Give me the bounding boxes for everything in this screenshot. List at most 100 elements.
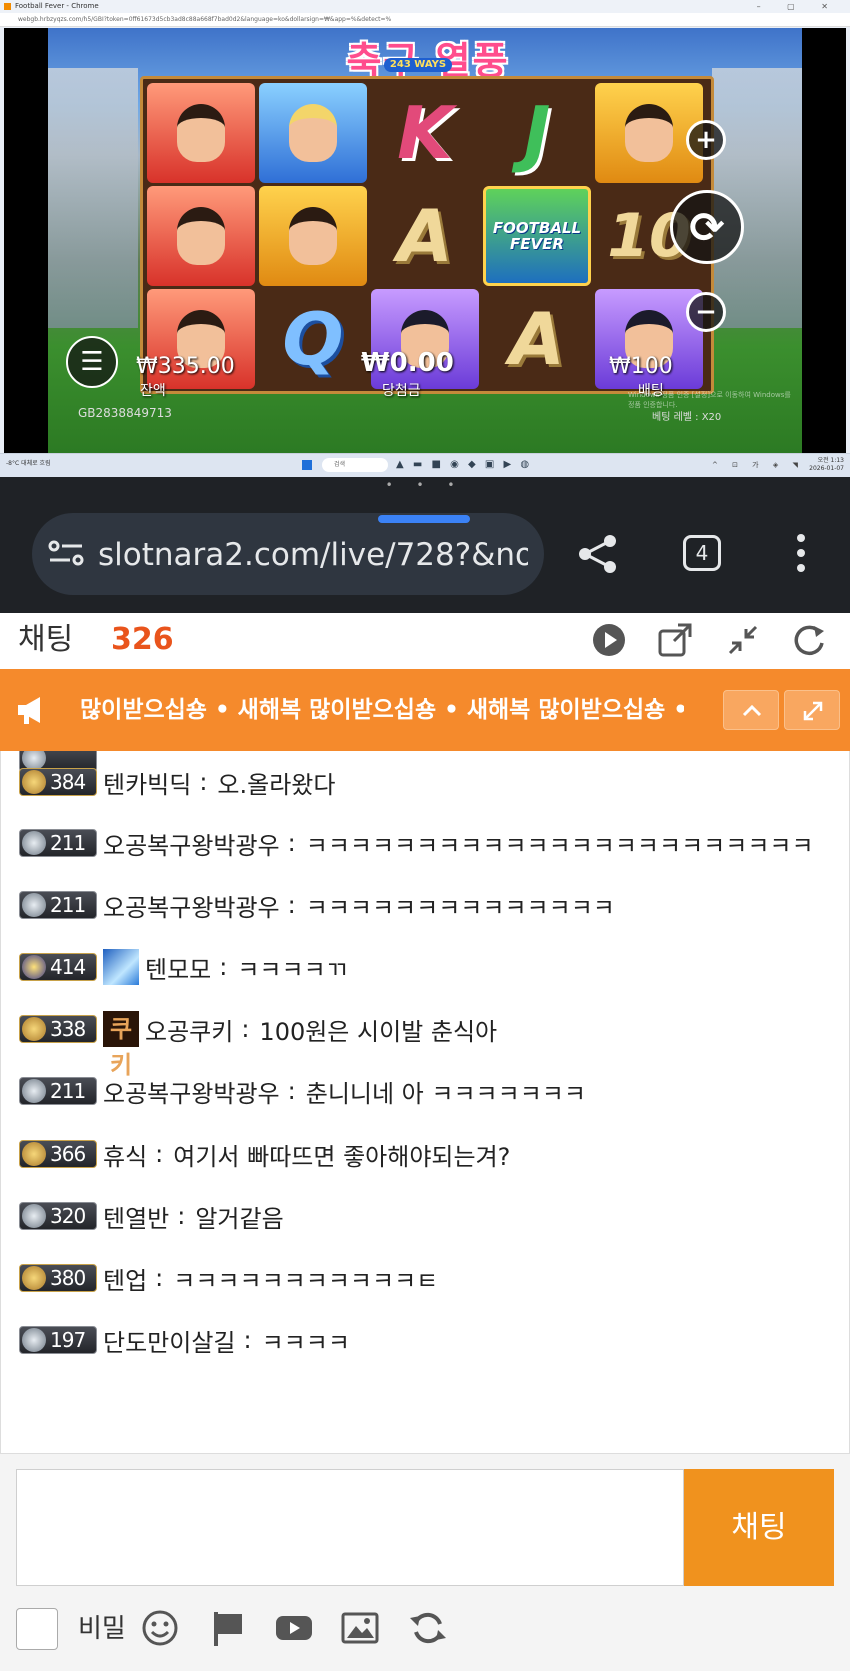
rank-emblem-icon (22, 893, 46, 917)
win-label: 당첨금 (382, 383, 421, 399)
windows-start-icon[interactable] (302, 460, 312, 470)
user-nickname[interactable]: 텐열반 (103, 1199, 169, 1234)
share-icon[interactable] (576, 534, 620, 574)
level-number: 380 (50, 1266, 86, 1290)
user-nickname[interactable]: 텐모모 (145, 950, 211, 985)
stadium-stand-left (48, 68, 138, 328)
notice-text: 많이받으십숑 • 새해복 많이받으십숑 • 새해복 많이받으십숑 • 새해복 (80, 697, 684, 723)
chat-message: 414 텐모모: ㅋㅋㅋㅋㄲ (1, 942, 849, 992)
chat-message: 211 오공복구왕박광우: ㅋㅋㅋㅋㅋㅋㅋㅋㅋㅋㅋㅋㅋㅋ (1, 880, 849, 930)
user-avatar[interactable]: 쿠키 (103, 1011, 139, 1079)
bet-value: ₩100 (609, 354, 673, 379)
message-separator: : (155, 1264, 164, 1292)
symbol-a: A (397, 194, 453, 278)
secret-checkbox[interactable] (16, 1608, 58, 1650)
site-settings-icon[interactable] (48, 540, 84, 566)
tab-switcher-button[interactable]: 4 (683, 535, 721, 571)
rank-emblem-icon (22, 1079, 46, 1103)
megaphone-icon (18, 697, 40, 724)
window-title: Football Fever - Chrome (15, 2, 99, 10)
popout-icon[interactable] (656, 621, 694, 659)
message-separator: : (177, 1202, 186, 1230)
user-nickname[interactable]: 오공복구왕박광우 (103, 1074, 280, 1109)
level-number: 211 (50, 831, 86, 855)
chat-message-list[interactable]: 384 텐카빅딕: 오.올라왔다 211 오공복구왕박광우: ㅋㅋㅋㅋㅋㅋㅋㅋㅋㅋㅋㅋㅋㅋ… (0, 751, 850, 1453)
level-badge: 384 (19, 768, 97, 796)
level-badge: 211 (19, 829, 97, 857)
player-face-icon (177, 104, 225, 162)
collapse-icon[interactable] (724, 621, 762, 659)
window-url: webgb.hrbzyqzs.com/h5/GBI?token=0ff61673… (0, 13, 850, 27)
windows-taskbar: -8°C 대체로 흐림 검색 ▲ ▬ ■ ◉ ◆ ▣ ▶ ◍ ^ ⊡ 가 ◈ ◥… (0, 453, 850, 477)
level-number: 197 (50, 1328, 86, 1352)
user-nickname[interactable]: 오공쿠키 (145, 1012, 233, 1047)
game-menu-button[interactable]: ☰ (66, 336, 118, 388)
chat-message: 320 텐열반: 알거같음 (1, 1191, 849, 1241)
user-nickname[interactable]: 텐카빅딕 (103, 765, 191, 800)
user-avatar[interactable] (103, 949, 139, 985)
player-face-icon (177, 207, 225, 265)
refresh-icon[interactable] (790, 621, 828, 659)
level-badge: 320 (19, 1202, 97, 1230)
rank-emblem-icon (22, 770, 46, 794)
chat-user-count: 326 (111, 622, 174, 657)
symbol-q: Q (282, 297, 344, 381)
message-text: ㅋㅋㅋㅋ (261, 1328, 350, 1357)
chat-message: 211 오공복구왕박광우: 춘니니네 아 ㅋㅋㅋㅋㅋㅋㅋ (1, 1066, 849, 1116)
slot-game: 축구 열풍 243 WAYS Q K A J FOOTBALL FEVER A (4, 28, 846, 453)
taskbar-apps[interactable]: ▲ ▬ ■ ◉ ◆ ▣ ▶ ◍ (396, 459, 532, 470)
spin-button[interactable]: ⟳ (670, 190, 744, 264)
user-nickname[interactable]: 텐업 (103, 1261, 147, 1296)
level-number: 414 (50, 955, 86, 979)
symbol-player-gold (259, 186, 367, 286)
rank-emblem-icon (22, 831, 46, 855)
chat-input[interactable] (16, 1469, 684, 1586)
chat-message: 338 쿠키 오공쿠키:100원은 시이발 춘식아 (1, 1004, 849, 1079)
image-icon[interactable] (340, 1608, 380, 1648)
user-nickname[interactable]: 오공복구왕박광우 (103, 888, 280, 923)
symbol-a: A (509, 297, 565, 381)
chat-message: 211 오공복구왕박광우: ㅋㅋㅋㅋㅋㅋㅋㅋㅋㅋㅋㅋㅋㅋㅋㅋㅋㅋㅋㅋㅋㅋㅋ (1, 818, 849, 868)
more-vertical-icon[interactable] (788, 532, 814, 574)
user-nickname[interactable]: 단도만이살길 (103, 1323, 235, 1358)
message-text: 알거같음 (195, 1204, 284, 1233)
url-text[interactable]: slotnara2.com/live/728?&no_ (98, 535, 528, 575)
drag-handle[interactable] (378, 515, 470, 523)
message-text: ㅋㅋㅋㅋㅋㅋㅋㅋㅋㅋㅋㅋㅋㅋ (305, 893, 615, 922)
system-tray[interactable]: ^ ⊡ 가 ◈ ◥ (712, 460, 804, 470)
bet-increase-button[interactable]: + (686, 120, 726, 160)
user-nickname[interactable]: 오공복구왕박광우 (103, 826, 280, 861)
notice-collapse-button[interactable] (723, 690, 779, 730)
message-text: 춘니니네 아 ㅋㅋㅋㅋㅋㅋㅋ (305, 1079, 586, 1108)
message-separator: : (243, 1326, 252, 1354)
message-text: 여기서 빠따뜨면 좋아해야되는겨? (173, 1142, 511, 1171)
youtube-icon[interactable] (274, 1608, 314, 1648)
user-nickname[interactable]: 휴식 (103, 1137, 147, 1172)
level-badge: 414 (19, 953, 97, 981)
stream-view: Football Fever - Chrome – ▢ ✕ webgb.hrbz… (0, 0, 850, 480)
win-value: ₩0.00 (361, 348, 454, 378)
send-chat-button[interactable]: 채팅 (684, 1469, 834, 1586)
level-badge: 380 (19, 1264, 97, 1292)
taskbar-time: 오전 1:13 (817, 457, 844, 464)
symbol-player-red (147, 186, 255, 286)
split-handle[interactable]: • • • (0, 477, 850, 495)
notice-expand-button[interactable] (784, 690, 840, 730)
level-badge: 366 (19, 1140, 97, 1168)
rank-emblem-icon (22, 1204, 46, 1228)
chat-message: 366 휴식: 여기서 빠따뜨면 좋아해야되는겨? (1, 1129, 849, 1179)
message-text: 100원은 시이발 춘식아 (259, 1017, 498, 1046)
reload-icon[interactable] (408, 1608, 448, 1648)
level-number: 211 (50, 893, 86, 917)
play-icon[interactable] (590, 621, 628, 659)
stadium-background: 축구 열풍 243 WAYS Q K A J FOOTBALL FEVER A (48, 28, 802, 453)
taskbar-weather[interactable]: -8°C 대체로 흐림 (6, 458, 51, 467)
taskbar-search[interactable]: 검색 (322, 458, 388, 472)
level-number: 338 (50, 1017, 86, 1041)
level-badge: 211 (19, 1077, 97, 1105)
level-number: 211 (50, 1079, 86, 1103)
emoji-icon[interactable] (140, 1608, 180, 1648)
flag-icon[interactable] (208, 1608, 248, 1648)
rank-emblem-icon (22, 955, 46, 979)
bet-decrease-button[interactable]: − (686, 292, 726, 332)
